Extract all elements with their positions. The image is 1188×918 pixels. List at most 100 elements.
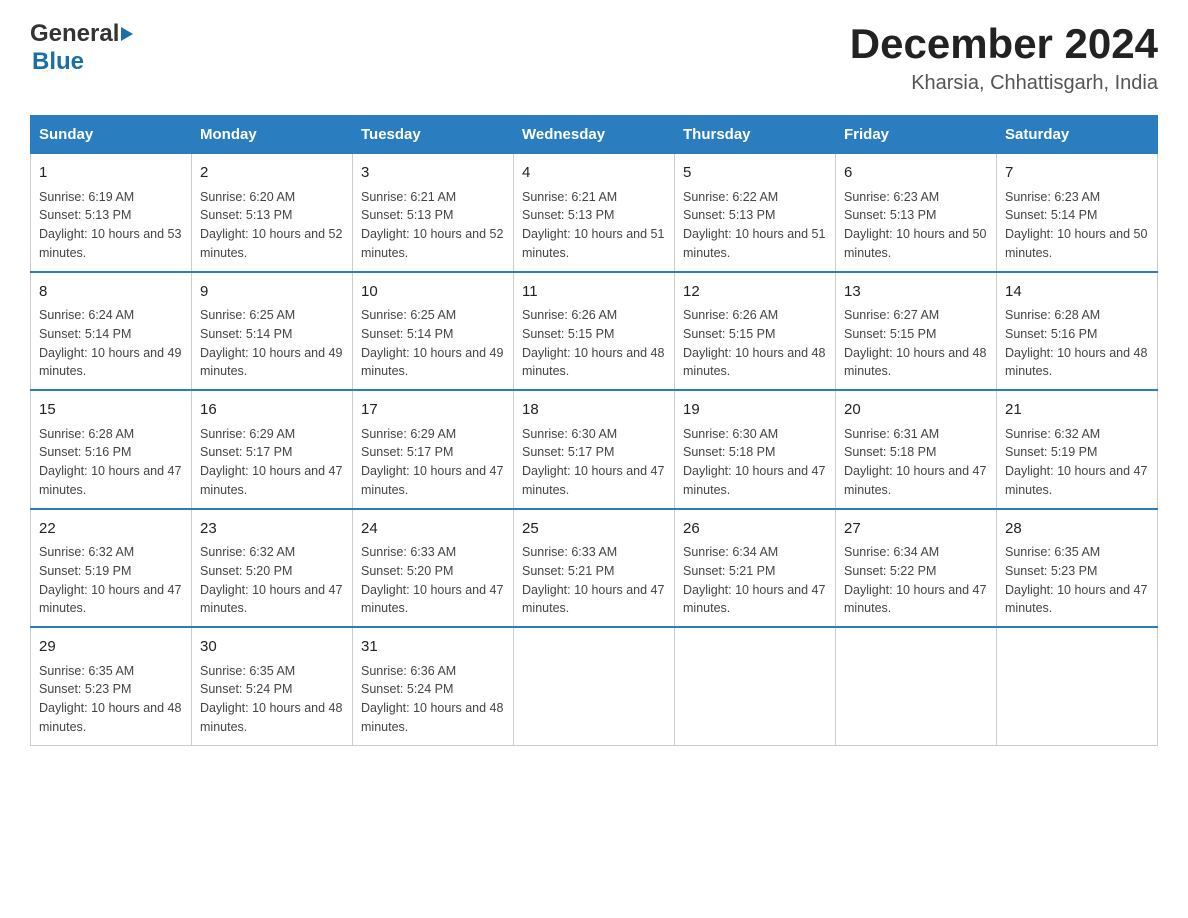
day-header-sunday: Sunday [31, 116, 192, 154]
day-info: Sunrise: 6:23 AMSunset: 5:14 PMDaylight:… [1005, 190, 1147, 260]
calendar-cell [997, 627, 1158, 745]
day-number: 1 [39, 162, 183, 185]
month-year-title: December 2024 [850, 20, 1158, 68]
day-info: Sunrise: 6:22 AMSunset: 5:13 PMDaylight:… [683, 190, 825, 260]
day-info: Sunrise: 6:23 AMSunset: 5:13 PMDaylight:… [844, 190, 986, 260]
day-info: Sunrise: 6:19 AMSunset: 5:13 PMDaylight:… [39, 190, 181, 260]
calendar-cell: 2 Sunrise: 6:20 AMSunset: 5:13 PMDaylight… [192, 154, 353, 272]
day-number: 25 [522, 518, 666, 541]
day-header-wednesday: Wednesday [514, 116, 675, 154]
day-number: 27 [844, 518, 988, 541]
calendar-cell: 6 Sunrise: 6:23 AMSunset: 5:13 PMDaylight… [836, 154, 997, 272]
logo-blue-text: Blue [32, 48, 84, 75]
calendar-header-row: SundayMondayTuesdayWednesdayThursdayFrid… [31, 116, 1158, 154]
day-number: 21 [1005, 399, 1149, 422]
calendar-cell: 13 Sunrise: 6:27 AMSunset: 5:15 PMDayligh… [836, 272, 997, 391]
day-number: 24 [361, 518, 505, 541]
day-header-thursday: Thursday [675, 116, 836, 154]
calendar-cell: 12 Sunrise: 6:26 AMSunset: 5:15 PMDayligh… [675, 272, 836, 391]
calendar-cell: 11 Sunrise: 6:26 AMSunset: 5:15 PMDayligh… [514, 272, 675, 391]
day-info: Sunrise: 6:34 AMSunset: 5:22 PMDaylight:… [844, 545, 986, 615]
day-info: Sunrise: 6:21 AMSunset: 5:13 PMDaylight:… [522, 190, 664, 260]
day-number: 23 [200, 518, 344, 541]
calendar-cell: 26Sunrise: 6:34 AMSunset: 5:21 PMDayligh… [675, 509, 836, 628]
day-number: 14 [1005, 281, 1149, 304]
day-info: Sunrise: 6:25 AMSunset: 5:14 PMDaylight:… [361, 308, 503, 378]
calendar-cell: 1 Sunrise: 6:19 AMSunset: 5:13 PMDaylight… [31, 154, 192, 272]
day-header-monday: Monday [192, 116, 353, 154]
calendar-cell: 4 Sunrise: 6:21 AMSunset: 5:13 PMDaylight… [514, 154, 675, 272]
calendar-cell [836, 627, 997, 745]
day-number: 29 [39, 636, 183, 659]
logo-triangle-icon [121, 27, 133, 41]
day-info: Sunrise: 6:21 AMSunset: 5:13 PMDaylight:… [361, 190, 503, 260]
calendar-cell: 20 Sunrise: 6:31 AMSunset: 5:18 PMDayligh… [836, 390, 997, 509]
day-number: 11 [522, 281, 666, 304]
location-subtitle: Kharsia, Chhattisgarh, India [850, 72, 1158, 95]
day-info: Sunrise: 6:29 AMSunset: 5:17 PMDaylight:… [361, 427, 503, 497]
calendar-cell: 7 Sunrise: 6:23 AMSunset: 5:14 PMDaylight… [997, 154, 1158, 272]
day-number: 30 [200, 636, 344, 659]
calendar-cell [675, 627, 836, 745]
day-number: 3 [361, 162, 505, 185]
calendar-cell: 14Sunrise: 6:28 AMSunset: 5:16 PMDayligh… [997, 272, 1158, 391]
day-info: Sunrise: 6:33 AMSunset: 5:21 PMDaylight:… [522, 545, 664, 615]
day-info: Sunrise: 6:26 AMSunset: 5:15 PMDaylight:… [522, 308, 664, 378]
calendar-cell: 16 Sunrise: 6:29 AMSunset: 5:17 PMDayligh… [192, 390, 353, 509]
logo: General Blue [30, 20, 133, 76]
day-number: 28 [1005, 518, 1149, 541]
page-header: General Blue December 2024 Kharsia, Chha… [30, 20, 1158, 95]
day-number: 18 [522, 399, 666, 422]
calendar-cell: 15 Sunrise: 6:28 AMSunset: 5:16 PMDayligh… [31, 390, 192, 509]
day-number: 22 [39, 518, 183, 541]
day-info: Sunrise: 6:35 AMSunset: 5:23 PMDaylight:… [1005, 545, 1147, 615]
calendar-cell: 25 Sunrise: 6:33 AMSunset: 5:21 PMDayligh… [514, 509, 675, 628]
day-number: 26 [683, 518, 827, 541]
day-number: 5 [683, 162, 827, 185]
day-info: Sunrise: 6:31 AMSunset: 5:18 PMDaylight:… [844, 427, 986, 497]
title-area: December 2024 Kharsia, Chhattisgarh, Ind… [850, 20, 1158, 95]
calendar-cell: 29Sunrise: 6:35 AMSunset: 5:23 PMDayligh… [31, 627, 192, 745]
day-info: Sunrise: 6:32 AMSunset: 5:20 PMDaylight:… [200, 545, 342, 615]
day-info: Sunrise: 6:30 AMSunset: 5:18 PMDaylight:… [683, 427, 825, 497]
calendar-cell: 3 Sunrise: 6:21 AMSunset: 5:13 PMDaylight… [353, 154, 514, 272]
week-row-1: 1 Sunrise: 6:19 AMSunset: 5:13 PMDaylight… [31, 154, 1158, 272]
day-number: 16 [200, 399, 344, 422]
day-number: 20 [844, 399, 988, 422]
day-header-tuesday: Tuesday [353, 116, 514, 154]
day-info: Sunrise: 6:32 AMSunset: 5:19 PMDaylight:… [39, 545, 181, 615]
day-number: 8 [39, 281, 183, 304]
week-row-3: 15 Sunrise: 6:28 AMSunset: 5:16 PMDayligh… [31, 390, 1158, 509]
calendar-cell: 18 Sunrise: 6:30 AMSunset: 5:17 PMDayligh… [514, 390, 675, 509]
day-info: Sunrise: 6:28 AMSunset: 5:16 PMDaylight:… [39, 427, 181, 497]
day-number: 6 [844, 162, 988, 185]
day-number: 2 [200, 162, 344, 185]
day-info: Sunrise: 6:30 AMSunset: 5:17 PMDaylight:… [522, 427, 664, 497]
day-info: Sunrise: 6:35 AMSunset: 5:24 PMDaylight:… [200, 664, 342, 734]
day-number: 7 [1005, 162, 1149, 185]
day-number: 13 [844, 281, 988, 304]
day-number: 10 [361, 281, 505, 304]
calendar-cell: 27 Sunrise: 6:34 AMSunset: 5:22 PMDayligh… [836, 509, 997, 628]
day-number: 15 [39, 399, 183, 422]
day-number: 4 [522, 162, 666, 185]
day-info: Sunrise: 6:33 AMSunset: 5:20 PMDaylight:… [361, 545, 503, 615]
day-number: 12 [683, 281, 827, 304]
day-info: Sunrise: 6:20 AMSunset: 5:13 PMDaylight:… [200, 190, 342, 260]
logo-general-text: General [30, 20, 119, 48]
day-number: 31 [361, 636, 505, 659]
day-info: Sunrise: 6:26 AMSunset: 5:15 PMDaylight:… [683, 308, 825, 378]
day-info: Sunrise: 6:36 AMSunset: 5:24 PMDaylight:… [361, 664, 503, 734]
calendar-cell: 8Sunrise: 6:24 AMSunset: 5:14 PMDaylight… [31, 272, 192, 391]
day-info: Sunrise: 6:27 AMSunset: 5:15 PMDaylight:… [844, 308, 986, 378]
day-number: 17 [361, 399, 505, 422]
calendar-cell: 10 Sunrise: 6:25 AMSunset: 5:14 PMDayligh… [353, 272, 514, 391]
day-info: Sunrise: 6:29 AMSunset: 5:17 PMDaylight:… [200, 427, 342, 497]
week-row-5: 29Sunrise: 6:35 AMSunset: 5:23 PMDayligh… [31, 627, 1158, 745]
calendar-cell: 24 Sunrise: 6:33 AMSunset: 5:20 PMDayligh… [353, 509, 514, 628]
day-info: Sunrise: 6:32 AMSunset: 5:19 PMDaylight:… [1005, 427, 1147, 497]
day-info: Sunrise: 6:25 AMSunset: 5:14 PMDaylight:… [200, 308, 342, 378]
calendar-cell: 22 Sunrise: 6:32 AMSunset: 5:19 PMDayligh… [31, 509, 192, 628]
calendar-cell [514, 627, 675, 745]
day-number: 9 [200, 281, 344, 304]
